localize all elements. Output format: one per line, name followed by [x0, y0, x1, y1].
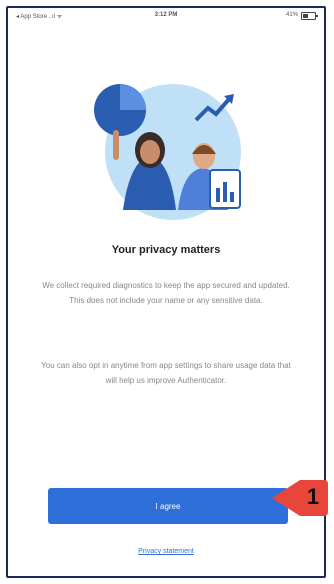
pie-slice	[120, 84, 146, 110]
privacy-statement-link[interactable]: Privacy statement	[8, 548, 324, 555]
privacy-illustration	[94, 84, 241, 220]
raised-arm	[113, 130, 119, 160]
battery-icon	[301, 12, 318, 20]
status-bar: ◂ App Store ..ıl ᯤ 3:12 PM 41%	[8, 8, 324, 26]
step-callout: 1	[268, 474, 330, 522]
opt-in-description: You can also opt in anytime from app set…	[41, 361, 291, 385]
diagnostics-description: We collect required diagnostics to keep …	[42, 281, 290, 305]
page-title: Your privacy matters	[111, 244, 221, 256]
status-battery-percent: 41%	[285, 12, 298, 18]
person-woman-face	[140, 140, 160, 164]
status-time: 3:12 PM	[154, 12, 178, 18]
agree-button[interactable]: I agree	[48, 488, 288, 524]
step-number: 1	[306, 484, 320, 509]
